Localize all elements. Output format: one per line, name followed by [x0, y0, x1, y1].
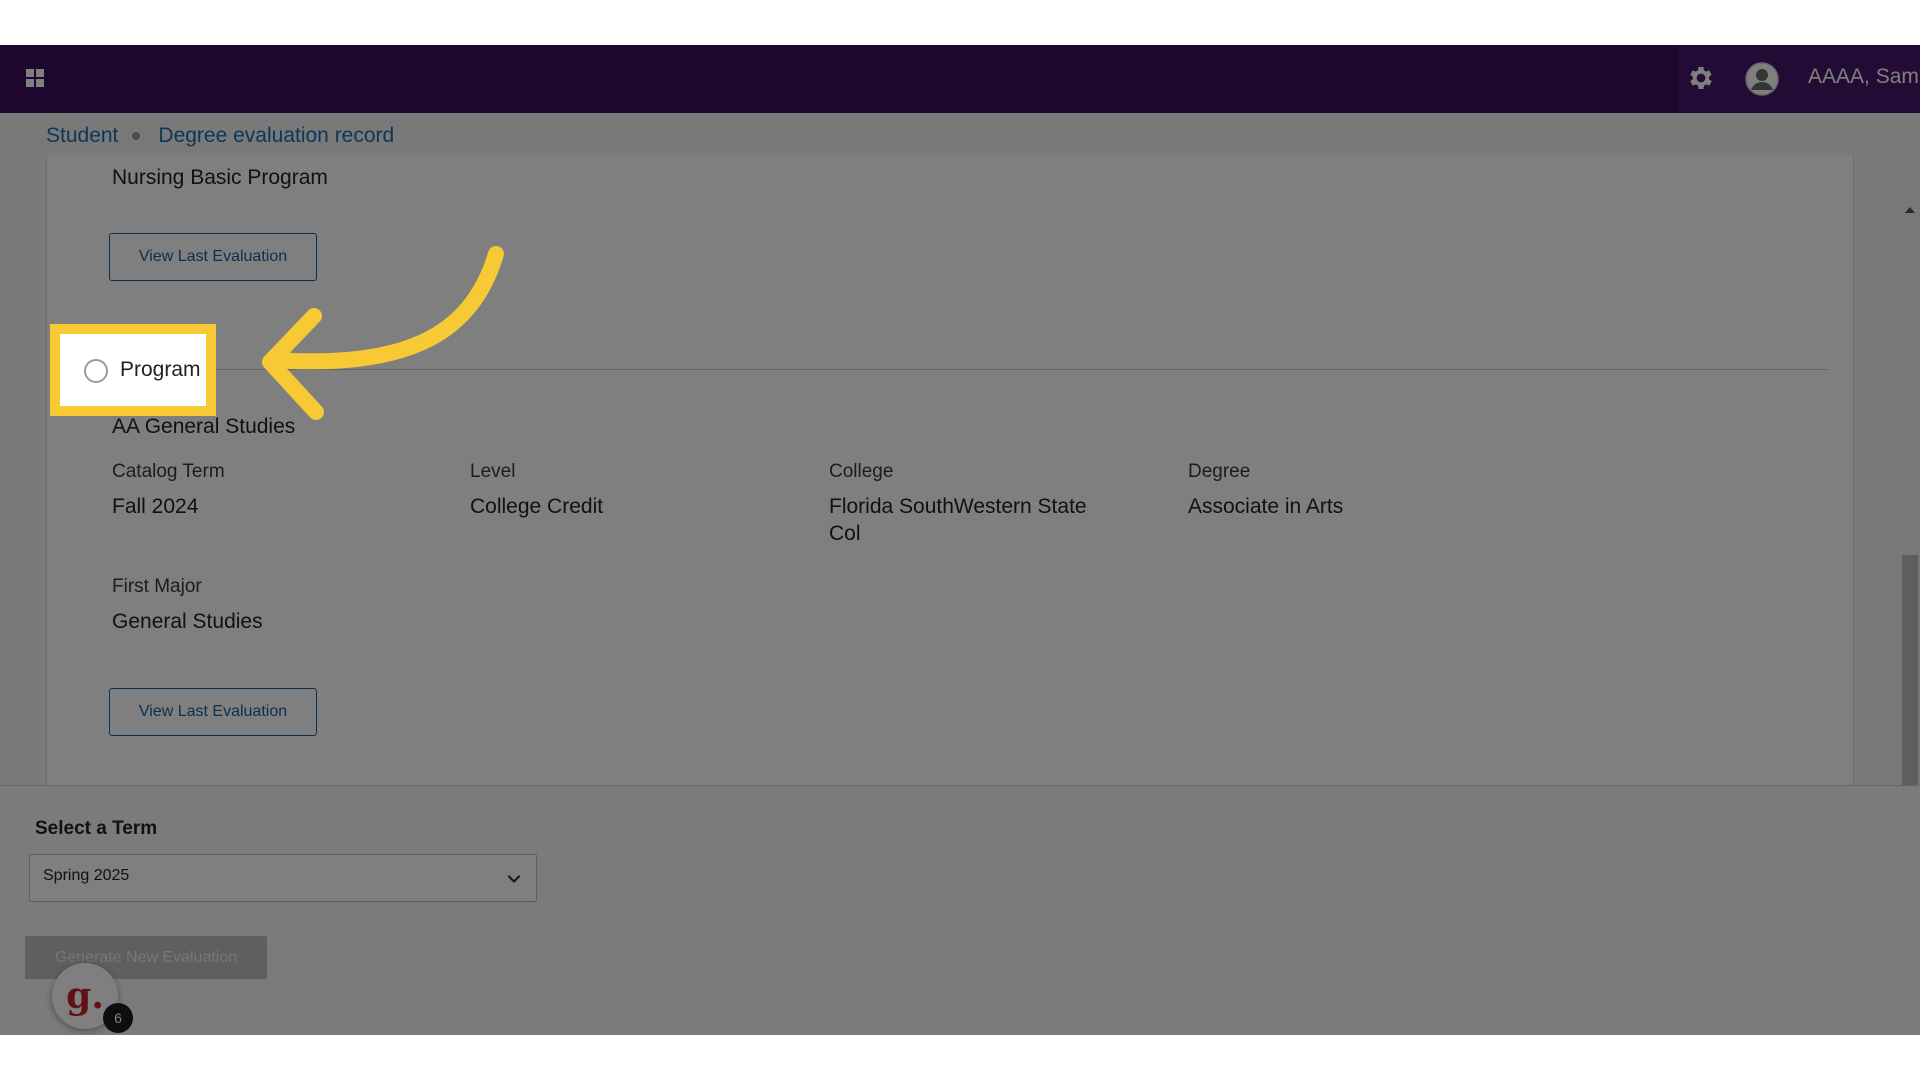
program-radio-button[interactable] [84, 359, 108, 383]
first-major-value: General Studies [112, 610, 263, 633]
grid-icon[interactable] [26, 69, 44, 87]
catalog-term-label: Catalog Term [112, 461, 225, 482]
level-label: Level [470, 461, 516, 482]
college-label: College [829, 461, 894, 482]
notification-count-badge: 6 [103, 1003, 133, 1033]
program-name-nursing: Nursing Basic Program [112, 166, 328, 189]
select-term-label: Select a Term [35, 818, 158, 839]
scroll-thumb[interactable] [1902, 555, 1918, 785]
footer-panel: Select a Term Spring 2025 Generate New E… [0, 785, 1920, 1035]
level-value: College Credit [470, 495, 604, 518]
pointer-arrow-icon [262, 246, 504, 420]
help-widget-logo: g. [66, 975, 104, 1017]
catalog-term-value: Fall 2024 [112, 495, 199, 518]
breadcrumb-degree-evaluation[interactable]: Degree evaluation record [158, 124, 394, 148]
college-value-line1: Florida SouthWestern State [829, 495, 1087, 518]
breadcrumb-separator [132, 132, 141, 140]
top-bar: AAAA, Sam [0, 45, 1920, 113]
college-value-line2: Col [829, 522, 861, 545]
user-icon[interactable] [1744, 61, 1780, 97]
first-major-label: First Major [112, 576, 202, 597]
gear-icon[interactable] [1686, 63, 1716, 93]
breadcrumb-student[interactable]: Student [46, 124, 118, 148]
term-select-value: Spring 2025 [43, 867, 130, 884]
program-radio-label[interactable]: Program [120, 358, 201, 382]
chevron-down-icon [507, 875, 521, 883]
term-select[interactable]: Spring 2025 [29, 854, 537, 902]
user-name[interactable]: AAAA, Sam [1808, 65, 1919, 89]
scroll-up-arrow-icon[interactable] [1905, 207, 1915, 213]
breadcrumb: Student Degree evaluation record [46, 121, 394, 151]
degree-value: Associate in Arts [1188, 495, 1344, 518]
app-window: AAAA, Sam Student Degree evaluation reco… [0, 45, 1920, 1035]
view-last-evaluation-button-2[interactable]: View Last Evaluation [109, 688, 317, 736]
program-radio-highlight[interactable]: Program [50, 324, 216, 416]
scrollbar[interactable] [1900, 155, 1920, 785]
degree-label: Degree [1188, 461, 1251, 482]
